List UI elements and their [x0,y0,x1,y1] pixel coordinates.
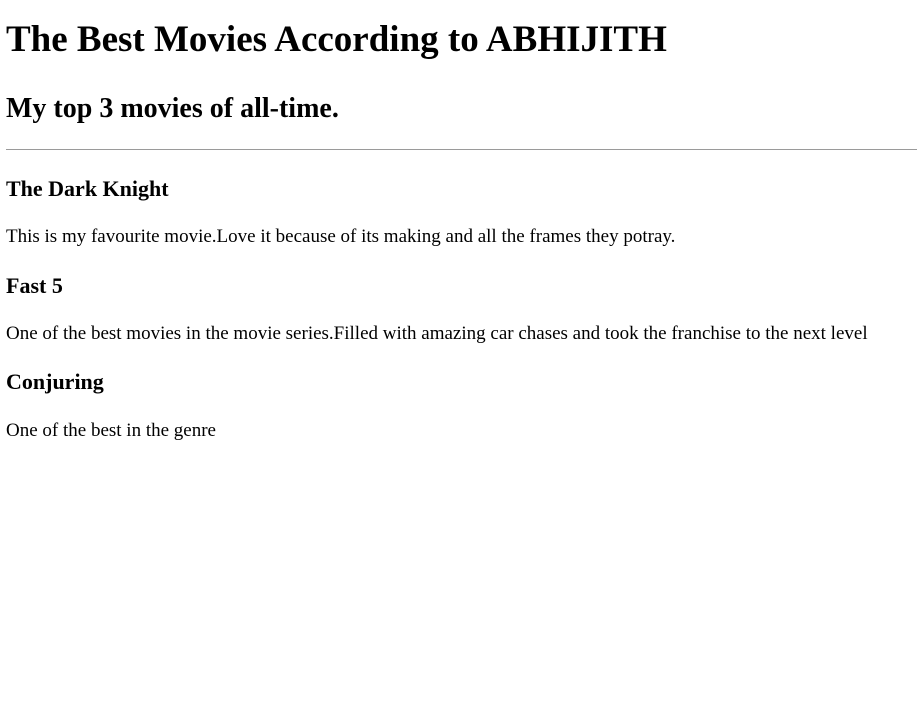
divider [6,149,917,150]
movie-title: Conjuring [6,369,104,394]
movie-title: Fast 5 [6,273,63,298]
movie-description: This is my favourite movie.Love it becau… [6,226,676,247]
page-title: The Best Movies According to ABHIJITH [6,19,667,60]
page-subtitle: My top 3 movies of all-time. [6,93,339,124]
movie-description: One of the best movies in the movie seri… [6,323,868,344]
movie-title: The Dark Knight [6,176,169,201]
page: The Best Movies According to ABHIJITH My… [0,0,917,723]
movie-description: One of the best in the genre [6,420,216,441]
